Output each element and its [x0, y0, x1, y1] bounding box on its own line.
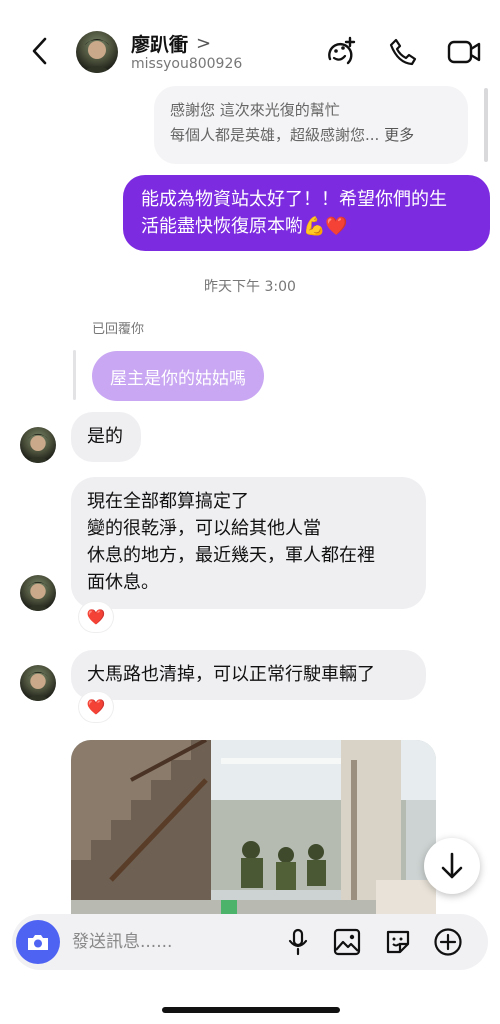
sticker-icon [386, 930, 410, 954]
arrow-down-icon [441, 852, 463, 879]
sender-avatar[interactable] [20, 575, 56, 611]
contact-avatar[interactable] [76, 31, 118, 73]
scrollbar[interactable] [484, 88, 488, 162]
reply-indicator-bar [73, 350, 76, 400]
message-received[interactable]: 大馬路也清掉，可以正常行駛車輛了 [71, 650, 426, 700]
message-text: 活能盡快恢復原本喲💪❤️ [141, 216, 348, 237]
message-text: 是的 [87, 426, 123, 447]
back-button[interactable] [24, 34, 54, 68]
sticker-button[interactable] [382, 926, 414, 958]
heart-icon: ❤️ [86, 608, 106, 626]
chat-header: 廖趴衝 > missyou800926 [0, 0, 500, 92]
microphone-icon [288, 928, 308, 956]
message-input[interactable] [72, 930, 272, 954]
message-text: 變的很乾淨，可以給其他人當 [87, 518, 321, 539]
gallery-button[interactable] [331, 926, 363, 958]
video-call-button[interactable] [446, 34, 482, 70]
camera-button[interactable] [16, 920, 60, 964]
message-text: 現在全部都算搞定了 [87, 491, 249, 512]
message-text: 大馬路也清掉，可以正常行駛車輛了 [87, 664, 375, 685]
contact-name-text: 廖趴衝 [131, 34, 189, 56]
chevron-right-icon: > [196, 33, 212, 54]
video-icon [447, 40, 481, 64]
message-text: 能成為物資站太好了！！希望你們的生 [141, 189, 447, 210]
message-text: 感謝您 這次來光復的幫忙 [170, 101, 340, 119]
message-received[interactable]: 是的 [71, 412, 141, 462]
message-text: 休息的地方，最近幾天，軍人都在裡 [87, 545, 375, 566]
gallery-icon [333, 928, 361, 956]
home-indicator[interactable] [162, 1007, 340, 1013]
photo-message[interactable] [71, 740, 436, 940]
camera-icon [28, 935, 48, 950]
back-arrow-icon [32, 37, 47, 65]
phone-icon [389, 38, 417, 66]
voice-message-button[interactable] [282, 926, 314, 958]
heart-icon: ❤️ [86, 698, 106, 716]
message-quoted[interactable]: 感謝您 這次來光復的幫忙 每個人都是英雄，超級感謝您... 更多 [154, 86, 468, 164]
contact-name[interactable]: 廖趴衝 > [131, 30, 211, 57]
more-options-button[interactable] [432, 926, 464, 958]
message-received[interactable]: 現在全部都算搞定了 變的很乾淨，可以給其他人當 休息的地方，最近幾天，軍人都在裡… [71, 477, 426, 609]
sender-avatar[interactable] [20, 665, 56, 701]
photo-image [71, 740, 436, 940]
scroll-to-bottom-button[interactable] [424, 838, 480, 894]
message-text: 面休息。 [87, 572, 159, 593]
effects-button[interactable] [323, 34, 359, 70]
reply-label: 已回覆你 [92, 322, 145, 337]
replied-message[interactable]: 屋主是你的姑姑嗎 [92, 351, 264, 401]
message-sent[interactable]: 能成為物資站太好了！！希望你們的生 活能盡快恢復原本喲💪❤️ [123, 175, 490, 251]
sender-avatar[interactable] [20, 427, 56, 463]
contact-username: missyou800926 [131, 56, 243, 72]
heart-reaction[interactable]: ❤️ [79, 692, 113, 722]
message-text: 每個人都是英雄，超級感謝您... [170, 126, 380, 144]
timestamp: 昨天下午 3:00 [204, 279, 296, 295]
message-composer [12, 914, 488, 970]
call-button[interactable] [385, 34, 421, 70]
message-text-preview: 每個人都是英雄，超級感謝您... 更多 [170, 123, 452, 148]
heart-reaction[interactable]: ❤️ [79, 602, 113, 632]
add-icon [434, 928, 462, 956]
effects-icon [328, 36, 356, 65]
more-link[interactable]: 更多 [384, 126, 414, 144]
